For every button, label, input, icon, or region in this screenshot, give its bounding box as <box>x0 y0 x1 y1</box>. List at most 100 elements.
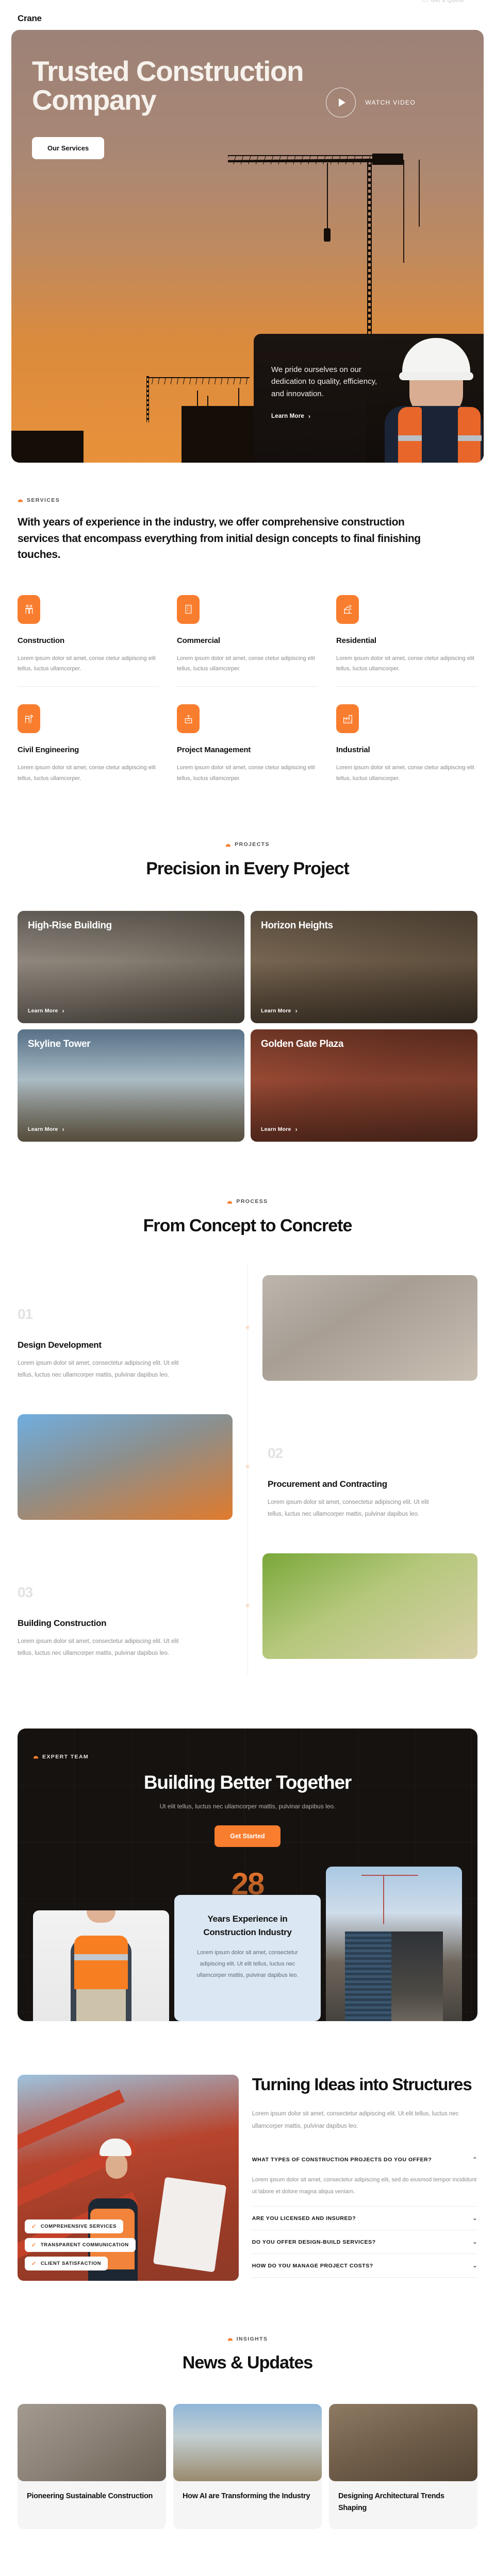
brand-logo[interactable]: Crane <box>18 13 42 24</box>
chevron-right-icon: › <box>308 412 311 420</box>
process-section: PROCESS From Concept to Concrete 01 Desi… <box>0 1142 495 1675</box>
news-grid: Pioneering Sustainable Construction How … <box>18 2404 477 2530</box>
service-title: Project Management <box>177 745 251 755</box>
project-card[interactable]: Skyline Tower Learn More › <box>18 1029 244 1142</box>
project-title: Skyline Tower <box>28 1038 91 1049</box>
process-step-number: 02 <box>268 1445 283 1462</box>
process-step-image <box>262 1553 477 1659</box>
get-started-button[interactable]: Get Started <box>214 1825 280 1848</box>
service-card[interactable]: Civil Engineering Lorem ipsum dolor sit … <box>18 687 159 784</box>
clipboard-icon <box>177 704 200 734</box>
house-crane-icon <box>336 595 359 624</box>
faq-accordion-item[interactable]: DO YOU OFFER DESIGN-BUILD SERVICES? ⌄ <box>252 2230 477 2255</box>
timeline-dot <box>245 1604 250 1608</box>
faq-question-label: WHAT TYPES OF CONSTRUCTION PROJECTS DO Y… <box>252 2156 432 2163</box>
hero-highlight-card: We pride ourselves on our dedication to … <box>254 334 484 463</box>
faq-accordion-item[interactable]: HOW DO YOU MANAGE PROJECT COSTS? ⌄ <box>252 2254 477 2278</box>
chevron-down-icon: ⌄ <box>472 2263 477 2269</box>
experience-stat-card: 28 Years Experience in Construction Indu… <box>174 1867 321 2022</box>
projects-eyebrow: PROJECTS <box>225 841 270 848</box>
projects-title: Precision in Every Project <box>146 858 350 878</box>
service-card[interactable]: Industrial Lorem ipsum dolor sit amet, c… <box>336 687 477 784</box>
project-learn-more-link[interactable]: Learn More › <box>28 1008 234 1014</box>
process-step-desc: Lorem ipsum dolor sit amet, consectetur … <box>18 1638 179 1657</box>
news-image <box>329 2404 477 2482</box>
faq-accordion-item[interactable]: ARE YOU LICENSED AND INSURED? ⌄ <box>252 2207 477 2231</box>
project-learn-more-link[interactable]: Learn More › <box>28 1126 234 1132</box>
news-eyebrow: INSIGHTS <box>227 2336 268 2342</box>
mail-icon <box>422 0 428 4</box>
project-title: High-Rise Building <box>28 920 112 931</box>
news-card-title: How AI are Transforming the Industry <box>183 2492 310 2501</box>
news-card[interactable]: Pioneering Sustainable Construction <box>18 2404 166 2530</box>
project-learn-more-label: Learn More <box>261 1007 291 1014</box>
service-desc: Lorem ipsum dolor sit amet, conse ctetur… <box>18 655 156 672</box>
project-card[interactable]: Golden Gate Plaza Learn More › <box>251 1029 477 1142</box>
team-eyebrow-label: EXPERT TEAM <box>42 1753 89 1760</box>
faq-question-label: HOW DO YOU MANAGE PROJECT COSTS? <box>252 2262 373 2269</box>
service-title: Industrial <box>336 745 370 755</box>
faq-accordion-item[interactable]: WHAT TYPES OF CONSTRUCTION PROJECTS DO Y… <box>252 2148 477 2207</box>
hero-section: Trusted Construction Company Our Service… <box>11 30 484 463</box>
services-headline: With years of experience in the industry… <box>18 516 421 561</box>
faq-answer: Lorem ipsum dolor sit amet, consectetur … <box>252 2177 477 2195</box>
process-step-image <box>262 1275 477 1381</box>
get-a-quote-button[interactable]: Get a Quote <box>422 0 464 4</box>
process-step-title: Design Development <box>18 1340 102 1350</box>
news-card[interactable]: Designing Architectural Trends Shaping <box>329 2404 477 2530</box>
our-services-button[interactable]: Our Services <box>32 137 105 160</box>
hero-worker-photo <box>366 334 484 463</box>
expert-team-panel: EXPERT TEAM Building Better Together Ut … <box>18 1728 477 2022</box>
faq-question-row[interactable]: HOW DO YOU MANAGE PROJECT COSTS? ⌄ <box>252 2262 477 2269</box>
project-card[interactable]: High-Rise Building Learn More › <box>18 910 244 1023</box>
service-card[interactable]: Commercial Lorem ipsum dolor sit amet, c… <box>177 595 318 687</box>
project-learn-more-link[interactable]: Learn More › <box>261 1126 467 1132</box>
hardhat-icon <box>33 1754 39 1759</box>
process-step-image <box>18 1414 233 1520</box>
faq-badge: ✓ CLIENT SATISFACTION <box>25 2257 108 2271</box>
chevron-right-icon: › <box>62 1125 64 1133</box>
service-card[interactable]: Project Management Lorem ipsum dolor sit… <box>177 687 318 784</box>
project-title: Golden Gate Plaza <box>261 1038 344 1049</box>
service-card[interactable]: Residential Lorem ipsum dolor sit amet, … <box>336 595 477 687</box>
services-grid: Construction Lorem ipsum dolor sit amet,… <box>18 595 477 784</box>
team-tower-photo <box>326 1867 462 2022</box>
service-title: Commercial <box>177 636 220 645</box>
factory-icon <box>336 704 359 734</box>
projects-section: PROJECTS Precision in Every Project High… <box>0 784 495 1142</box>
faq-question-row[interactable]: WHAT TYPES OF CONSTRUCTION PROJECTS DO Y… <box>252 2156 477 2163</box>
hardhat-icon <box>227 1199 233 1204</box>
faq-badge-label: COMPREHENSIVE SERVICES <box>40 2224 117 2230</box>
services-section: SERVICES With years of experience in the… <box>0 463 495 784</box>
hardhat-icon <box>227 2336 233 2341</box>
team-worker-photo <box>33 1910 169 2022</box>
faq-question-row[interactable]: ARE YOU LICENSED AND INSURED? ⌄ <box>252 2215 477 2222</box>
news-image <box>173 2404 322 2482</box>
news-title: News & Updates <box>182 2353 313 2373</box>
chevron-up-icon: ⌃ <box>472 2157 477 2163</box>
service-card[interactable]: Construction Lorem ipsum dolor sit amet,… <box>18 595 159 687</box>
faq-image: ✓ COMPREHENSIVE SERVICES ✓ TRANSPARENT C… <box>18 2075 239 2281</box>
project-learn-more-label: Learn More <box>261 1126 291 1132</box>
check-icon: ✓ <box>31 2261 37 2267</box>
hero-card-learn-more-link[interactable]: Learn More › <box>271 413 310 419</box>
hardhat-icon <box>18 498 23 502</box>
utility-topbar: Get a Quote <box>0 0 495 7</box>
project-learn-more-link[interactable]: Learn More › <box>261 1008 467 1014</box>
chevron-right-icon: › <box>62 1007 64 1014</box>
team-eyebrow: EXPERT TEAM <box>33 1754 89 1760</box>
service-desc: Lorem ipsum dolor sit amet, conse ctetur… <box>177 655 315 672</box>
news-eyebrow-label: INSIGHTS <box>236 2335 268 2342</box>
faq-question-label: ARE YOU LICENSED AND INSURED? <box>252 2215 356 2222</box>
faq-accordion: WHAT TYPES OF CONSTRUCTION PROJECTS DO Y… <box>252 2148 477 2278</box>
faq-badge-label: CLIENT SATISFACTION <box>40 2261 102 2267</box>
faq-badge: ✓ TRANSPARENT COMMUNICATION <box>25 2238 136 2252</box>
news-card-title: Pioneering Sustainable Construction <box>27 2492 153 2501</box>
projects-eyebrow-label: PROJECTS <box>235 841 270 848</box>
project-card[interactable]: Horizon Heights Learn More › <box>251 910 477 1023</box>
news-card[interactable]: How AI are Transforming the Industry <box>173 2404 322 2530</box>
project-title: Horizon Heights <box>261 920 333 931</box>
timeline-dot <box>245 1326 250 1330</box>
faq-question-row[interactable]: DO YOU OFFER DESIGN-BUILD SERVICES? ⌄ <box>252 2239 477 2246</box>
faq-section: ✓ COMPREHENSIVE SERVICES ✓ TRANSPARENT C… <box>0 2021 495 2281</box>
